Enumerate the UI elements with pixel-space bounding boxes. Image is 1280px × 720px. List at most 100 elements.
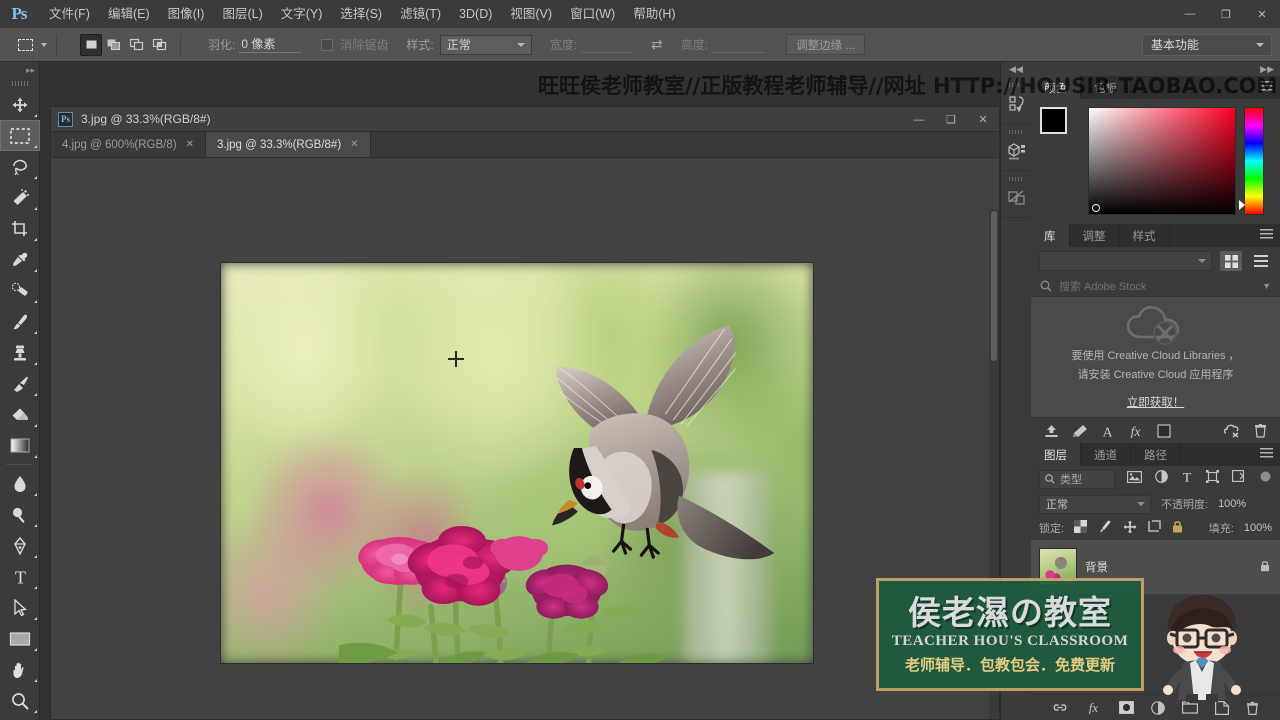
menu-image[interactable]: 图像(I) bbox=[159, 0, 214, 28]
dock-collapse-button[interactable]: ◀◀ bbox=[1001, 62, 1031, 77]
menu-filter[interactable]: 滤镜(T) bbox=[391, 0, 450, 28]
lock-all-icon[interactable] bbox=[1172, 520, 1183, 536]
tab-color[interactable]: 颜色 bbox=[1031, 76, 1081, 99]
filter-smart-icon[interactable] bbox=[1232, 470, 1244, 488]
chevron-down-icon[interactable]: ▼ bbox=[1262, 281, 1271, 291]
new-layer-icon[interactable] bbox=[1215, 700, 1229, 715]
lock-transparent-icon[interactable] bbox=[1074, 520, 1088, 536]
tab-adjustments[interactable]: 调整 bbox=[1070, 224, 1120, 247]
menu-window[interactable]: 窗口(W) bbox=[561, 0, 624, 28]
clone-stamp-tool[interactable] bbox=[0, 337, 40, 368]
layer-filter-type-select[interactable]: 类型 bbox=[1039, 469, 1115, 489]
menu-3d[interactable]: 3D(D) bbox=[450, 0, 501, 28]
refine-edge-button[interactable]: 调整边缘 ... bbox=[786, 34, 865, 55]
panel-menu-icon[interactable] bbox=[1260, 448, 1273, 460]
antialias-checkbox[interactable] bbox=[321, 38, 334, 51]
menu-type[interactable]: 文字(Y) bbox=[272, 0, 332, 28]
layer-mask-icon[interactable] bbox=[1119, 701, 1134, 714]
tab-libraries[interactable]: 库 bbox=[1031, 224, 1070, 247]
tab-layers[interactable]: 图层 bbox=[1031, 443, 1081, 466]
blur-tool[interactable] bbox=[0, 468, 40, 499]
tab-channels[interactable]: 通道 bbox=[1081, 443, 1131, 466]
history-panel-icon[interactable] bbox=[1001, 89, 1032, 119]
library-search-row[interactable]: 搜索 Adobe Stock ▼ bbox=[1031, 275, 1280, 297]
lock-artboard-icon[interactable] bbox=[1148, 520, 1161, 536]
filter-type-icon[interactable]: T bbox=[1181, 470, 1193, 488]
dock-grip[interactable] bbox=[1001, 175, 1031, 183]
zoom-tool[interactable] bbox=[0, 685, 40, 716]
hue-slider-handle-icon[interactable] bbox=[1239, 200, 1245, 210]
upload-icon[interactable] bbox=[1044, 424, 1059, 438]
new-selection-button[interactable] bbox=[80, 33, 102, 56]
menu-layer[interactable]: 图层(L) bbox=[213, 0, 271, 28]
dodge-tool[interactable] bbox=[0, 499, 40, 530]
filter-adjustment-icon[interactable] bbox=[1155, 470, 1168, 488]
path-selection-tool[interactable] bbox=[0, 592, 40, 623]
tab-swatches[interactable]: 色板 bbox=[1081, 76, 1131, 99]
color-panel-swatches[interactable] bbox=[1040, 107, 1083, 150]
library-search-input[interactable]: 搜索 Adobe Stock bbox=[1059, 278, 1255, 294]
document-close-button[interactable]: ✕ bbox=[967, 107, 999, 132]
subtract-from-selection-button[interactable] bbox=[126, 34, 148, 56]
opacity-value[interactable]: 100% bbox=[1218, 498, 1246, 510]
active-tool-preset[interactable] bbox=[14, 34, 47, 56]
style-select[interactable]: 正常 bbox=[439, 34, 532, 55]
color-add-icon[interactable] bbox=[1072, 424, 1088, 438]
menu-help[interactable]: 帮助(H) bbox=[624, 0, 684, 28]
canvas-area[interactable] bbox=[51, 158, 999, 719]
add-to-selection-button[interactable] bbox=[103, 34, 125, 56]
canvas-vertical-scrollbar[interactable] bbox=[989, 209, 999, 719]
height-input[interactable] bbox=[712, 36, 765, 53]
healing-brush-tool[interactable] bbox=[0, 275, 40, 306]
tab-styles[interactable]: 样式 bbox=[1120, 224, 1170, 247]
workspace-switcher[interactable]: 基本功能 bbox=[1142, 33, 1272, 56]
color-panel-foreground-swatch[interactable] bbox=[1040, 107, 1067, 134]
rectangular-marquee-tool[interactable] bbox=[0, 120, 40, 151]
fill-value[interactable]: 100% bbox=[1244, 522, 1272, 534]
filter-toggle-icon[interactable] bbox=[1259, 470, 1272, 488]
link-layers-icon[interactable] bbox=[1052, 702, 1068, 713]
dock-grip[interactable] bbox=[1001, 128, 1031, 136]
crop-tool[interactable] bbox=[0, 213, 40, 244]
brush-tool[interactable] bbox=[0, 306, 40, 337]
history-brush-tool[interactable] bbox=[0, 368, 40, 399]
hand-tool[interactable] bbox=[0, 654, 40, 685]
move-tool[interactable] bbox=[0, 89, 40, 120]
delete-icon[interactable] bbox=[1254, 423, 1267, 438]
lock-image-icon[interactable] bbox=[1098, 520, 1112, 536]
menu-select[interactable]: 选择(S) bbox=[331, 0, 391, 28]
minimize-button[interactable]: — bbox=[1172, 0, 1208, 28]
document-maximize-button[interactable]: ❑ bbox=[935, 107, 967, 132]
properties-panel-icon[interactable] bbox=[1001, 183, 1032, 213]
delete-layer-icon[interactable] bbox=[1246, 701, 1259, 715]
adjustment-layer-icon[interactable] bbox=[1151, 700, 1165, 715]
artboard[interactable] bbox=[221, 263, 813, 663]
layer-name[interactable]: 背景 bbox=[1085, 559, 1108, 575]
width-input[interactable] bbox=[581, 36, 634, 53]
get-creative-cloud-link[interactable]: 立即获取！ bbox=[1127, 394, 1185, 410]
layer-style-fx-icon[interactable]: fx bbox=[1127, 424, 1144, 438]
layer-style-fx-icon[interactable]: fx bbox=[1085, 701, 1102, 714]
menu-edit[interactable]: 编辑(E) bbox=[99, 0, 159, 28]
panels-collapse-button[interactable]: ▶▶ bbox=[1031, 62, 1280, 76]
menu-file[interactable]: 文件(F) bbox=[40, 0, 99, 28]
lock-position-icon[interactable] bbox=[1123, 520, 1137, 537]
restore-button[interactable]: ❐ bbox=[1208, 0, 1244, 28]
layer-row-background[interactable]: 背景 bbox=[1031, 540, 1280, 594]
document-tab-4jpg[interactable]: 4.jpg @ 600%(RGB/8) ✕ bbox=[51, 132, 206, 157]
feather-input[interactable]: 0 像素 bbox=[239, 36, 302, 53]
gradient-tool[interactable] bbox=[0, 430, 40, 461]
graphic-icon[interactable] bbox=[1157, 423, 1171, 438]
grid-view-button[interactable] bbox=[1220, 251, 1242, 271]
chevron-down-icon[interactable] bbox=[41, 42, 47, 47]
type-tool[interactable]: T bbox=[0, 561, 40, 592]
close-button[interactable]: ✕ bbox=[1244, 0, 1280, 28]
dock-grip[interactable] bbox=[1001, 81, 1031, 89]
toolbar-grip[interactable] bbox=[0, 78, 39, 89]
text-style-icon[interactable]: A bbox=[1101, 424, 1114, 438]
hue-slider[interactable] bbox=[1239, 107, 1264, 215]
tab-paths[interactable]: 路径 bbox=[1131, 443, 1181, 466]
sync-off-icon[interactable] bbox=[1223, 423, 1241, 438]
intersect-selection-button[interactable] bbox=[149, 34, 171, 56]
document-minimize-button[interactable]: — bbox=[903, 107, 935, 132]
